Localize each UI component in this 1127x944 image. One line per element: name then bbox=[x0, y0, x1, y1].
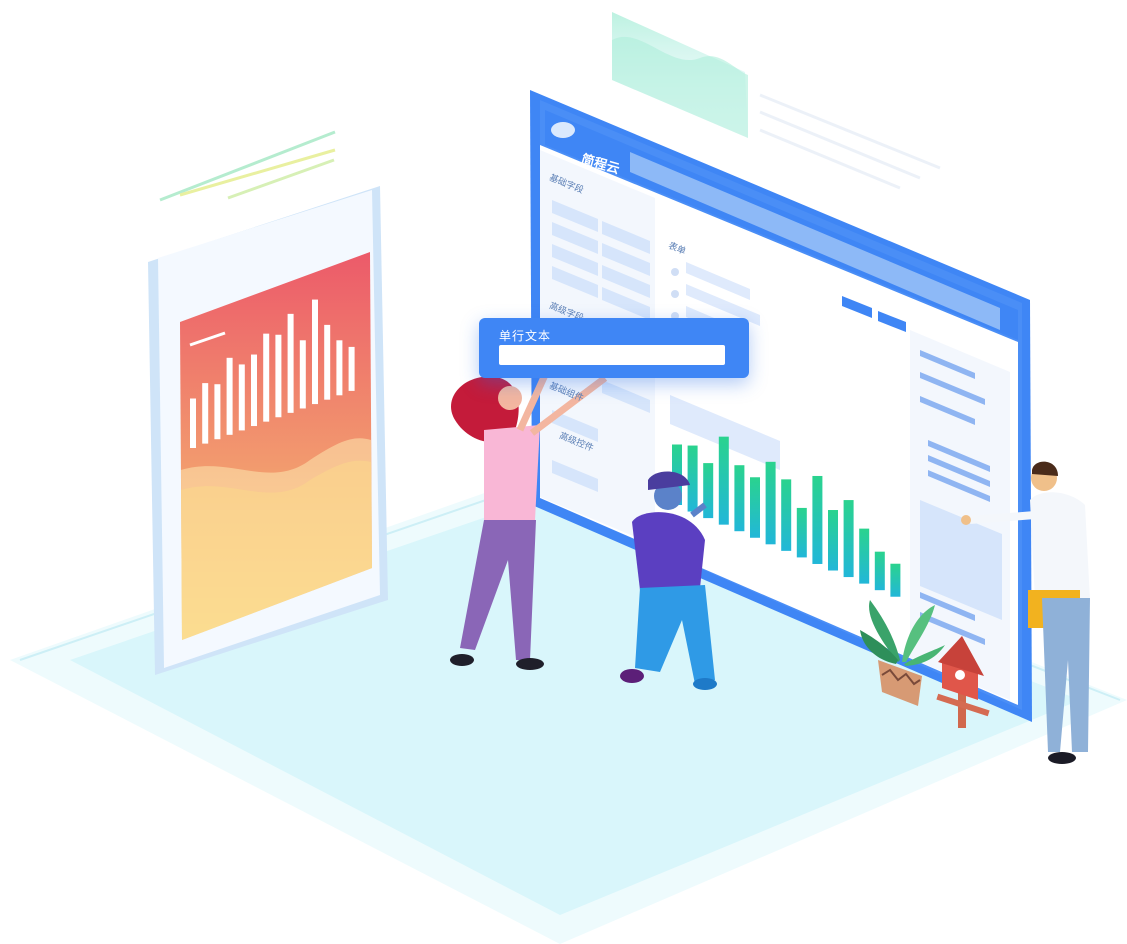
monitor-chart-bar bbox=[687, 445, 698, 512]
monitor-chart-bar bbox=[703, 463, 714, 519]
monitor-chart-bar bbox=[750, 477, 760, 538]
illustration: 简程云 基础字段 表单 高级字段 基础组件 高级控件 单行文本 bbox=[0, 0, 1127, 944]
phone-chart-bar bbox=[226, 357, 233, 435]
phone-chart-bar bbox=[275, 334, 282, 418]
phone-chart-bar bbox=[336, 340, 343, 396]
phone bbox=[148, 186, 388, 675]
phone-chart-bar bbox=[299, 340, 306, 409]
monitor-chart-bar bbox=[843, 500, 854, 578]
monitor-chart-bar bbox=[781, 479, 792, 551]
phone-chart-bar bbox=[214, 384, 221, 440]
phone-chart-bar bbox=[263, 333, 270, 422]
phone-chart-bar bbox=[348, 346, 355, 391]
floating-single-line-text-card: 单行文本 bbox=[479, 318, 749, 378]
single-line-text-input[interactable] bbox=[499, 345, 725, 365]
monitor-chart-bar bbox=[874, 551, 885, 591]
phone-chart-bar bbox=[312, 299, 318, 405]
single-line-text-label: 单行文本 bbox=[499, 329, 552, 343]
monitor-chart-bar bbox=[796, 507, 807, 558]
monitor-chart-bar bbox=[734, 465, 745, 532]
monitor-chart-bar bbox=[828, 510, 838, 571]
phone-chart-bar bbox=[287, 313, 294, 413]
monitor-chart-bar bbox=[890, 563, 901, 597]
phone-chart-bar bbox=[238, 364, 245, 431]
scene-svg bbox=[10, 12, 1127, 944]
phone-chart-bar bbox=[324, 324, 331, 400]
phone-chart-bar bbox=[202, 383, 209, 444]
phone-chart-bar bbox=[251, 354, 257, 427]
monitor-chart-bar bbox=[765, 461, 776, 545]
monitor-chart-bar bbox=[812, 475, 823, 564]
phone-chart-bar bbox=[190, 398, 196, 448]
monitor-chart-bar bbox=[718, 436, 729, 525]
monitor-chart-bar bbox=[859, 528, 870, 584]
